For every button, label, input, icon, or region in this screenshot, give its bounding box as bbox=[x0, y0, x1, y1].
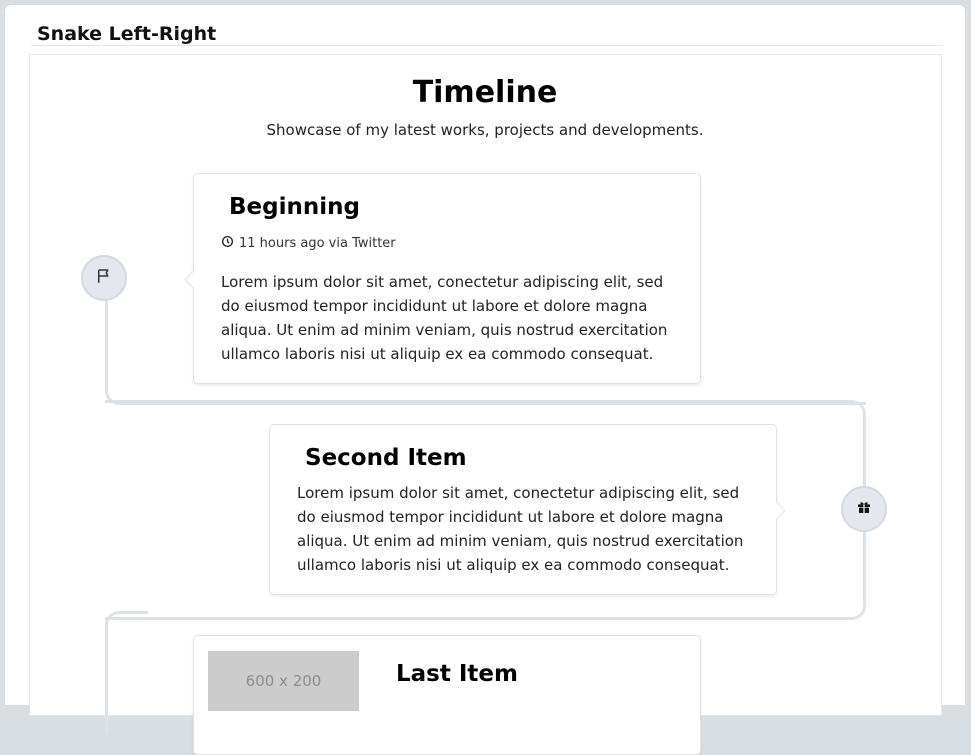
timeline-card-1: Beginning 11 hours ago via Twitter Lorem… bbox=[184, 173, 701, 384]
page-container: Snake Left-Right Timeline Showcase of my… bbox=[5, 5, 965, 755]
clock-icon bbox=[221, 235, 234, 252]
timeline-card-2: Second Item Lorem ipsum dolor sit amet, … bbox=[269, 424, 786, 595]
gift-icon bbox=[856, 499, 872, 519]
title-divider bbox=[31, 45, 942, 46]
timeline-marker-2 bbox=[841, 486, 887, 532]
card-title: Second Item bbox=[305, 445, 467, 471]
card-body: Lorem ipsum dolor sit amet, conectetur a… bbox=[297, 484, 744, 574]
card-title: Last Item bbox=[396, 661, 518, 687]
timeline-marker-1 bbox=[81, 255, 127, 301]
card-image-placeholder: 600 x 200 bbox=[208, 651, 359, 711]
timeline-card-3: 600 x 200 Last Item bbox=[193, 635, 701, 755]
timeline-subtitle: Showcase of my latest works, projects an… bbox=[266, 121, 704, 139]
flag-icon bbox=[95, 267, 113, 289]
card-title: Beginning bbox=[229, 194, 360, 220]
card-body: Lorem ipsum dolor sit amet, conectetur a… bbox=[221, 273, 668, 363]
card-meta: 11 hours ago via Twitter bbox=[221, 235, 396, 252]
page-title: Snake Left-Right bbox=[37, 23, 217, 45]
timeline-line-3 bbox=[105, 611, 148, 734]
card-meta-text: 11 hours ago via Twitter bbox=[239, 236, 396, 251]
timeline-heading: Timeline bbox=[412, 75, 558, 110]
